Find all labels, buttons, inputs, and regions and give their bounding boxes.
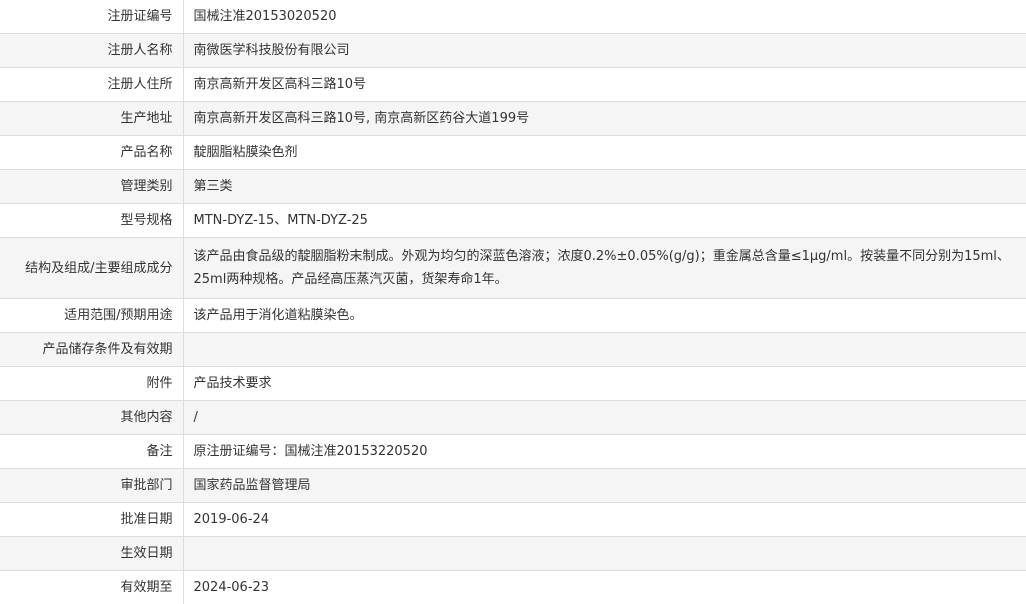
row-label: 适用范围/预期用途 — [0, 299, 183, 333]
row-effective-date: 生效日期 — [0, 537, 1026, 571]
row-value: MTN-DYZ-15、MTN-DYZ-25 — [183, 204, 1026, 238]
row-attachment: 附件 产品技术要求 — [0, 367, 1026, 401]
row-value: 产品技术要求 — [183, 367, 1026, 401]
row-label: 附件 — [0, 367, 183, 401]
row-label: 产品名称 — [0, 136, 183, 170]
row-label: 产品储存条件及有效期 — [0, 333, 183, 367]
row-value: 国械注准20153020520 — [183, 0, 1026, 34]
row-value: 2019-06-24 — [183, 503, 1026, 537]
row-production-address: 生产地址 南京高新开发区高科三路10号, 南京高新区药谷大道199号 — [0, 102, 1026, 136]
row-approval-date: 批准日期 2019-06-24 — [0, 503, 1026, 537]
row-label: 结构及组成/主要组成成分 — [0, 238, 183, 299]
row-value: 国家药品监督管理局 — [183, 469, 1026, 503]
row-label: 管理类别 — [0, 170, 183, 204]
row-registration-number: 注册证编号 国械注准20153020520 — [0, 0, 1026, 34]
row-registrant-name: 注册人名称 南微医学科技股份有限公司 — [0, 34, 1026, 68]
row-approval-department: 审批部门 国家药品监督管理局 — [0, 469, 1026, 503]
row-value: 该产品由食品级的靛胭脂粉末制成。外观为均匀的深蓝色溶液；浓度0.2%±0.05%… — [183, 238, 1026, 299]
row-registrant-address: 注册人住所 南京高新开发区高科三路10号 — [0, 68, 1026, 102]
row-storage-conditions: 产品储存条件及有效期 — [0, 333, 1026, 367]
row-value — [183, 537, 1026, 571]
row-remarks: 备注 原注册证编号：国械注准20153220520 — [0, 435, 1026, 469]
row-label: 其他内容 — [0, 401, 183, 435]
row-label: 注册人住所 — [0, 68, 183, 102]
registration-detail-table: 注册证编号 国械注准20153020520 注册人名称 南微医学科技股份有限公司… — [0, 0, 1026, 604]
row-value: / — [183, 401, 1026, 435]
row-management-category: 管理类别 第三类 — [0, 170, 1026, 204]
row-label: 批准日期 — [0, 503, 183, 537]
row-model-spec: 型号规格 MTN-DYZ-15、MTN-DYZ-25 — [0, 204, 1026, 238]
row-label: 注册人名称 — [0, 34, 183, 68]
row-label: 生效日期 — [0, 537, 183, 571]
row-value: 南京高新开发区高科三路10号 — [183, 68, 1026, 102]
row-value: 靛胭脂粘膜染色剂 — [183, 136, 1026, 170]
row-composition: 结构及组成/主要组成成分 该产品由食品级的靛胭脂粉末制成。外观为均匀的深蓝色溶液… — [0, 238, 1026, 299]
row-label: 审批部门 — [0, 469, 183, 503]
row-label: 型号规格 — [0, 204, 183, 238]
row-label: 生产地址 — [0, 102, 183, 136]
row-label: 注册证编号 — [0, 0, 183, 34]
row-value: 该产品用于消化道粘膜染色。 — [183, 299, 1026, 333]
row-label: 备注 — [0, 435, 183, 469]
row-intended-use: 适用范围/预期用途 该产品用于消化道粘膜染色。 — [0, 299, 1026, 333]
row-value: 南京高新开发区高科三路10号, 南京高新区药谷大道199号 — [183, 102, 1026, 136]
row-value: 原注册证编号：国械注准20153220520 — [183, 435, 1026, 469]
row-value: 第三类 — [183, 170, 1026, 204]
row-value — [183, 333, 1026, 367]
row-value: 南微医学科技股份有限公司 — [183, 34, 1026, 68]
row-other-content: 其他内容 / — [0, 401, 1026, 435]
row-product-name: 产品名称 靛胭脂粘膜染色剂 — [0, 136, 1026, 170]
